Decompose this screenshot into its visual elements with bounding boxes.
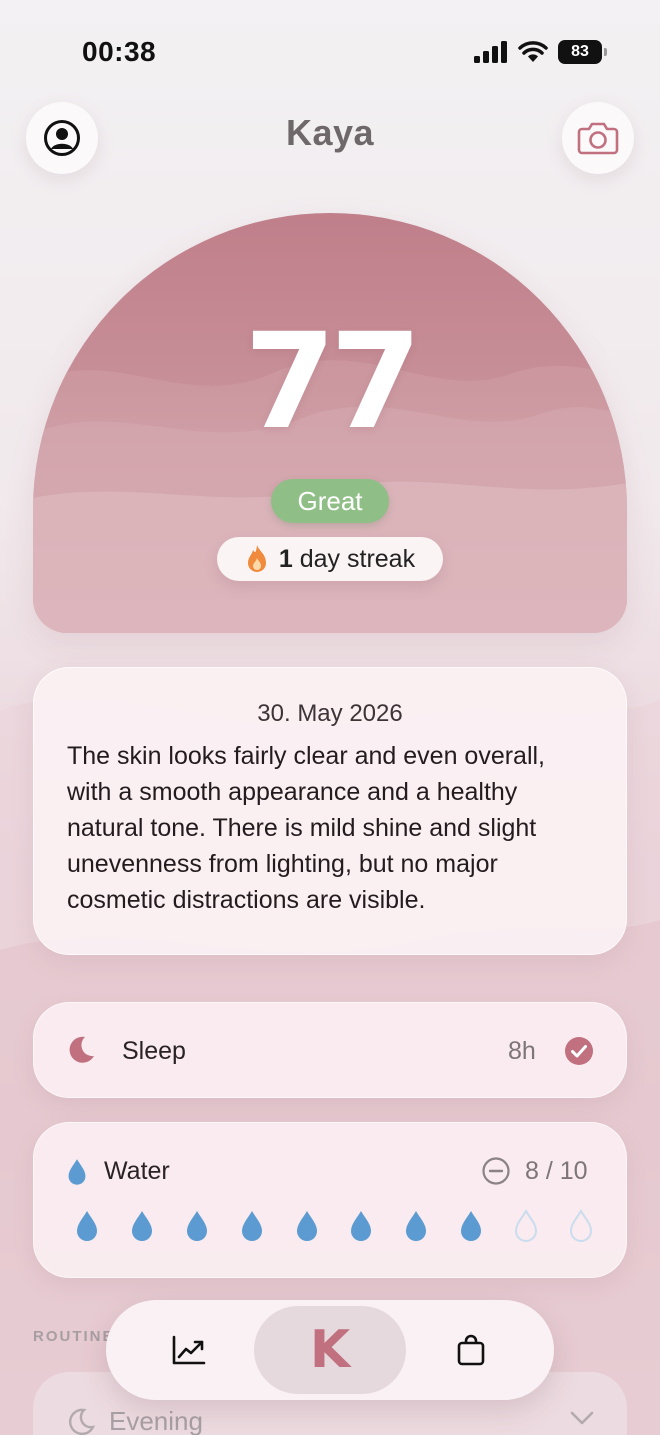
evening-moon-icon — [69, 1408, 95, 1435]
signal-icon — [474, 41, 507, 63]
status-icons: 83 — [474, 40, 607, 64]
camera-button[interactable] — [562, 102, 634, 174]
flame-icon — [247, 545, 266, 572]
water-drop-filled-icon[interactable] — [403, 1209, 429, 1243]
status-time: 00:38 — [82, 36, 157, 67]
water-drop-filled-icon[interactable] — [129, 1209, 155, 1243]
status-bar: 00:38 83 — [0, 0, 660, 100]
summary-text: The skin looks fairly clear and even ove… — [67, 742, 546, 914]
water-drop-filled-icon[interactable] — [239, 1209, 265, 1243]
check-circle-icon[interactable] — [564, 1036, 594, 1066]
shopping-bag-icon — [457, 1334, 485, 1366]
streak-pill: 1 day streak — [217, 537, 443, 581]
skin-summary-card: 30. May 2026 The skin looks fairly clear… — [33, 667, 627, 955]
sleep-label: Sleep — [122, 1037, 186, 1065]
skin-score-value: 77 — [244, 305, 422, 459]
nav-home-button[interactable]: K — [254, 1306, 406, 1394]
water-value: 8 / 10 — [525, 1157, 588, 1185]
water-drop-empty-icon[interactable] — [513, 1209, 539, 1243]
sleep-card[interactable]: Sleep 8h — [33, 1002, 627, 1098]
water-drop-filled-icon[interactable] — [458, 1209, 484, 1243]
water-label: Water — [104, 1157, 170, 1185]
rating-badge: Great — [271, 479, 389, 523]
nav-shop-button[interactable] — [424, 1306, 518, 1394]
routine-section-label: ROUTINE — [33, 1328, 115, 1345]
water-drop-filled-icon[interactable] — [74, 1209, 100, 1243]
summary-date: 30. May 2026 — [257, 700, 403, 727]
bottom-navigation: K — [106, 1300, 554, 1400]
nav-stats-button[interactable] — [142, 1306, 236, 1394]
water-drop-icon — [68, 1159, 86, 1185]
streak-label: day streak — [299, 544, 416, 573]
camera-icon — [577, 122, 619, 155]
water-drop-filled-icon[interactable] — [184, 1209, 210, 1243]
chart-icon — [172, 1335, 206, 1365]
water-drop-filled-icon[interactable] — [348, 1209, 374, 1243]
water-card: Water 8 / 10 — [33, 1122, 627, 1278]
wifi-icon — [518, 41, 548, 62]
battery-indicator: 83 — [558, 40, 607, 64]
water-drop-filled-icon[interactable] — [294, 1209, 320, 1243]
battery-level: 83 — [571, 43, 589, 60]
water-drop-empty-icon[interactable] — [568, 1209, 594, 1243]
minus-circle-icon[interactable] — [482, 1157, 510, 1185]
home-logo-k: K — [309, 1320, 351, 1380]
water-drops-row — [74, 1209, 594, 1243]
skin-score-card: 77 Great 1 day streak — [33, 213, 627, 633]
sleep-value: 8h — [508, 1037, 536, 1065]
streak-count: 1 — [278, 544, 293, 573]
app-title: Kaya — [285, 112, 375, 153]
routine-evening-label: Evening — [109, 1406, 203, 1435]
chevron-down-icon[interactable] — [569, 1410, 595, 1426]
moon-icon — [69, 1036, 94, 1063]
